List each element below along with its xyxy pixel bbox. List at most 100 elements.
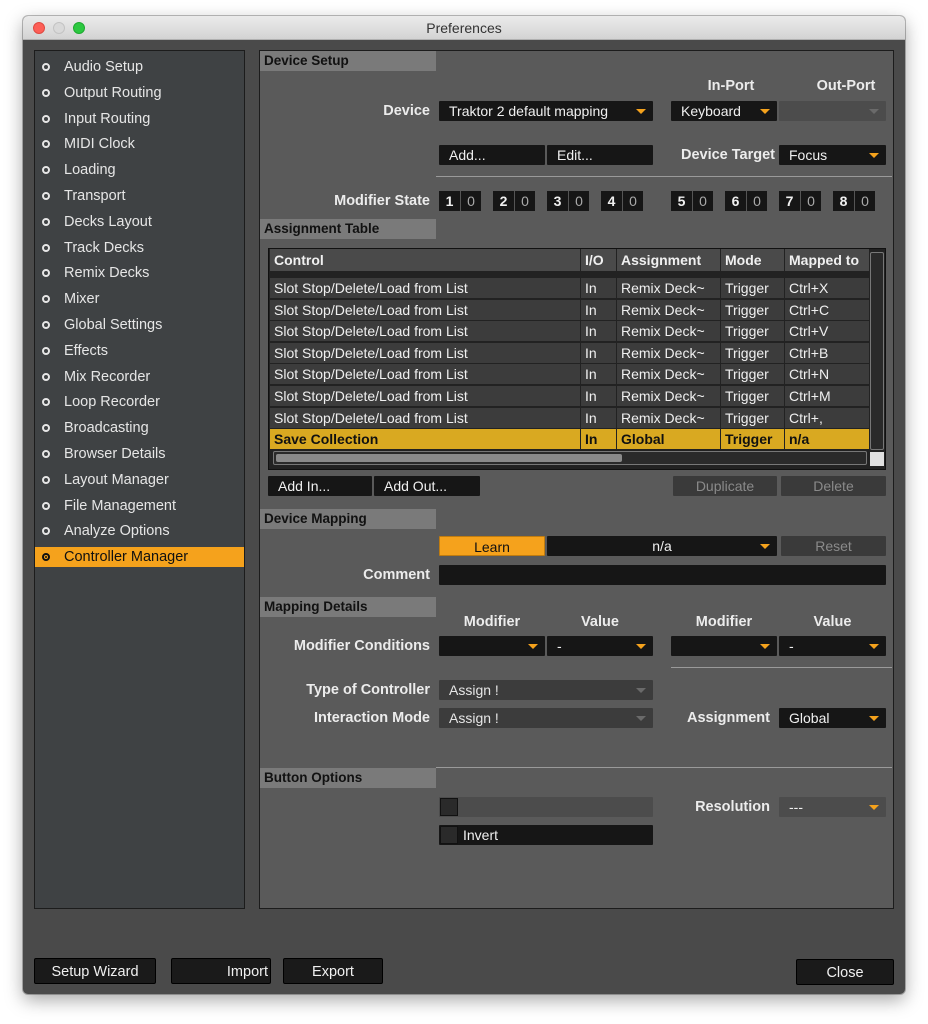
button-options-slider[interactable] xyxy=(439,797,653,817)
mapping-dropdown[interactable]: n/a xyxy=(547,536,777,556)
interaction-mode-dropdown[interactable]: Assign ! xyxy=(439,708,653,728)
modifier-number: 7 xyxy=(779,191,800,211)
sidebar-item-transport[interactable]: Transport xyxy=(35,186,244,206)
invert-checkbox[interactable] xyxy=(440,826,458,844)
table-row[interactable]: Slot Stop/Delete/Load from List In Remix D… xyxy=(269,406,869,428)
invert-toggle[interactable]: Invert xyxy=(439,825,653,845)
table-cell-control: Slot Stop/Delete/Load from List xyxy=(269,299,580,320)
resolution-dropdown[interactable]: --- xyxy=(779,797,886,817)
button-options-heading: Button Options xyxy=(260,768,436,788)
column-header[interactable]: Mode xyxy=(720,249,784,271)
assignment-dropdown[interactable]: Global xyxy=(779,708,886,728)
modifier-state-label: Modifier State xyxy=(334,193,430,209)
sidebar-item-file-management[interactable]: File Management xyxy=(35,496,244,516)
sidebar-item-label: Output Routing xyxy=(64,84,162,101)
scroll-corner xyxy=(870,452,884,466)
table-cell-control: Slot Stop/Delete/Load from List xyxy=(269,278,580,298)
export-button[interactable]: Export xyxy=(283,958,383,984)
sidebar-item-label: Loop Recorder xyxy=(64,394,160,411)
modifier-4-state[interactable]: 40 xyxy=(601,191,644,211)
table-row[interactable]: Slot Stop/Delete/Load from List In Remix D… xyxy=(269,277,869,298)
sidebar-item-remix-decks[interactable]: Remix Decks xyxy=(35,263,244,283)
chevron-down-icon xyxy=(760,109,770,114)
add-device-button[interactable]: Add... xyxy=(439,145,545,165)
sidebar-item-layout-manager[interactable]: Layout Manager xyxy=(35,470,244,490)
sidebar-item-decks-layout[interactable]: Decks Layout xyxy=(35,212,244,232)
radio-dot-icon xyxy=(42,372,50,381)
close-button[interactable]: Close xyxy=(796,959,894,985)
sidebar-item-broadcasting[interactable]: Broadcasting xyxy=(35,418,244,438)
type-of-controller-label: Type of Controller xyxy=(306,682,430,698)
table-row[interactable]: Slot Stop/Delete/Load from List In Remix D… xyxy=(269,341,869,363)
horizontal-scrollbar[interactable] xyxy=(273,451,867,465)
modifier-2-state[interactable]: 20 xyxy=(493,191,536,211)
table-row[interactable]: Slot Stop/Delete/Load from List In Remix D… xyxy=(269,385,869,406)
sidebar-item-analyze-options[interactable]: Analyze Options xyxy=(35,521,244,541)
column-header[interactable]: Control xyxy=(269,249,580,271)
learn-button[interactable]: Learn xyxy=(439,536,545,556)
sidebar-item-midi-clock[interactable]: MIDI Clock xyxy=(35,134,244,154)
device-dropdown[interactable]: Traktor 2 default mapping xyxy=(439,101,653,121)
modifier-number: 3 xyxy=(547,191,568,211)
radio-dot-icon xyxy=(42,398,50,407)
sidebar-item-input-routing[interactable]: Input Routing xyxy=(35,109,244,129)
device-target-dropdown[interactable]: Focus xyxy=(779,145,886,165)
sidebar-item-effects[interactable]: Effects xyxy=(35,341,244,361)
out-port-dropdown[interactable] xyxy=(779,101,886,121)
in-port-dropdown[interactable]: Keyboard xyxy=(671,101,777,121)
modifier-number: 6 xyxy=(725,191,746,211)
import-button[interactable]: Import xyxy=(171,958,271,984)
modifier-3-state[interactable]: 30 xyxy=(547,191,590,211)
add-in-button[interactable]: Add In... xyxy=(268,476,372,496)
setup-wizard-button[interactable]: Setup Wizard xyxy=(34,958,156,984)
preferences-sidebar: Audio Setup Output Routing Input Routing MI… xyxy=(34,50,245,909)
radio-dot-icon xyxy=(42,295,50,304)
add-out-button[interactable]: Add Out... xyxy=(374,476,480,496)
divider xyxy=(436,176,892,177)
modifier-7-state[interactable]: 70 xyxy=(779,191,822,211)
modifier-6-state[interactable]: 60 xyxy=(725,191,768,211)
vertical-scrollbar[interactable] xyxy=(870,252,884,450)
condition1-modifier-dropdown[interactable] xyxy=(439,636,545,656)
table-cell-mode: Trigger xyxy=(720,278,784,298)
condition2-value-dropdown[interactable]: - xyxy=(779,636,886,656)
column-header[interactable]: Mapped to xyxy=(784,249,869,271)
sidebar-item-label: Mixer xyxy=(64,291,100,308)
scroll-thumb[interactable] xyxy=(276,454,622,462)
edit-device-button[interactable]: Edit... xyxy=(547,145,653,165)
preferences-window: Preferences Audio Setup Output Routing Inp… xyxy=(23,16,905,994)
sidebar-item-output-routing[interactable]: Output Routing xyxy=(35,83,244,103)
chevron-down-icon xyxy=(760,644,770,649)
reset-button[interactable]: Reset xyxy=(781,536,886,556)
sidebar-item-track-decks[interactable]: Track Decks xyxy=(35,238,244,258)
sidebar-item-controller-manager[interactable]: Controller Manager xyxy=(35,547,244,568)
type-of-controller-dropdown[interactable]: Assign ! xyxy=(439,680,653,700)
title-bar[interactable]: Preferences xyxy=(23,16,905,40)
sidebar-item-global-settings[interactable]: Global Settings xyxy=(35,315,244,335)
comment-input[interactable] xyxy=(439,565,886,585)
modifier-1-state[interactable]: 10 xyxy=(439,191,482,211)
radio-dot-icon xyxy=(42,321,50,329)
table-cell-io: In xyxy=(580,342,616,363)
sidebar-item-loop-recorder[interactable]: Loop Recorder xyxy=(35,392,244,412)
sidebar-item-mixer[interactable]: Mixer xyxy=(35,289,244,309)
table-cell-mode: Trigger xyxy=(720,386,784,406)
modifier-8-state[interactable]: 80 xyxy=(833,191,876,211)
table-row[interactable]: Slot Stop/Delete/Load from List In Remix D… xyxy=(269,298,869,320)
table-row[interactable]: Slot Stop/Delete/Load from List In Remix D… xyxy=(269,363,869,385)
sidebar-item-audio-setup[interactable]: Audio Setup xyxy=(35,57,244,77)
column-header[interactable]: I/O xyxy=(580,249,616,271)
sidebar-item-mix-recorder[interactable]: Mix Recorder xyxy=(35,367,244,387)
slider-handle[interactable] xyxy=(440,798,458,816)
modifier-5-state[interactable]: 50 xyxy=(671,191,714,211)
duplicate-button[interactable]: Duplicate xyxy=(673,476,777,496)
sidebar-item-loading[interactable]: Loading xyxy=(35,160,244,180)
table-row[interactable]: Slot Stop/Delete/Load from List In Remix D… xyxy=(269,320,869,342)
condition2-modifier-dropdown[interactable] xyxy=(671,636,777,656)
sidebar-item-browser-details[interactable]: Browser Details xyxy=(35,444,244,464)
condition1-value-dropdown[interactable]: - xyxy=(547,636,653,656)
delete-button[interactable]: Delete xyxy=(781,476,886,496)
column-header[interactable]: Assignment xyxy=(616,249,720,271)
table-row[interactable]: Save Collection In Global Trigger n/a xyxy=(269,428,869,450)
radio-dot-icon xyxy=(42,88,50,97)
